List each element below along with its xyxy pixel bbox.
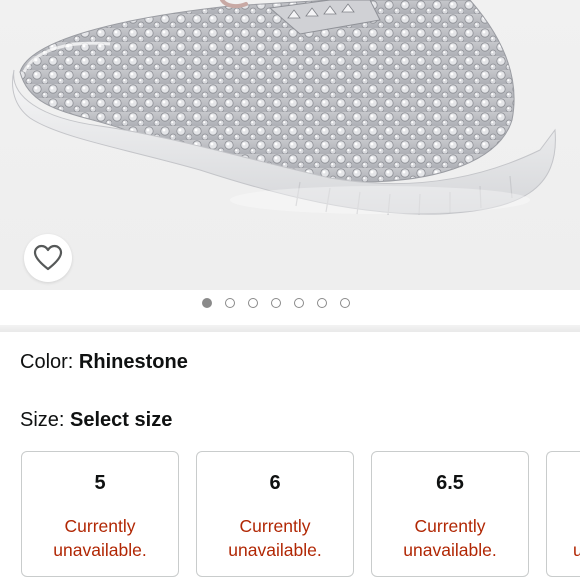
size-label: Size: (20, 409, 65, 431)
gallery-dot-5[interactable] (294, 298, 304, 308)
gallery-dot-4[interactable] (271, 298, 281, 308)
color-attribute: Color: Rhinestone (20, 350, 188, 374)
size-option-value: 5 (94, 472, 106, 494)
availability-line2: unavailable. (228, 540, 322, 560)
size-option-value: 6.5 (436, 472, 464, 494)
gallery-dot-1[interactable] (202, 298, 212, 308)
gallery-dot-7[interactable] (340, 298, 350, 308)
gallery-dot-3[interactable] (248, 298, 258, 308)
gallery-pagination (202, 298, 350, 308)
size-option-partial[interactable]: u (546, 451, 580, 577)
color-label: Color: (20, 351, 74, 373)
size-option-availability: Currently unavailable. (372, 514, 528, 562)
availability-line1: Currently (239, 516, 311, 536)
size-option-value: 6 (269, 472, 281, 494)
availability-line1: Currently (414, 516, 486, 536)
size-value: Select size (70, 409, 173, 431)
size-option-availability: Currently unavailable. (22, 514, 178, 562)
product-image[interactable] (0, 0, 580, 290)
shoe-image (12, 0, 556, 216)
size-option-availability: u (573, 514, 580, 562)
section-divider (0, 325, 580, 332)
size-option-availability: Currently unavailable. (197, 514, 353, 562)
size-option-6[interactable]: 6 Currently unavailable. (196, 451, 354, 577)
heart-outline-icon (33, 244, 63, 271)
size-attribute: Size: Select size (20, 408, 172, 432)
size-option-5[interactable]: 5 Currently unavailable. (21, 451, 179, 577)
size-option-6-5[interactable]: 6.5 Currently unavailable. (371, 451, 529, 577)
availability-line1: Currently (64, 516, 136, 536)
wishlist-button[interactable] (24, 234, 72, 282)
gallery-dot-2[interactable] (225, 298, 235, 308)
gallery-dot-6[interactable] (317, 298, 327, 308)
color-value: Rhinestone (78, 351, 188, 373)
availability-line2: unavailable. (403, 540, 497, 560)
availability-line2: u (573, 540, 580, 560)
availability-line2: unavailable. (53, 540, 147, 560)
